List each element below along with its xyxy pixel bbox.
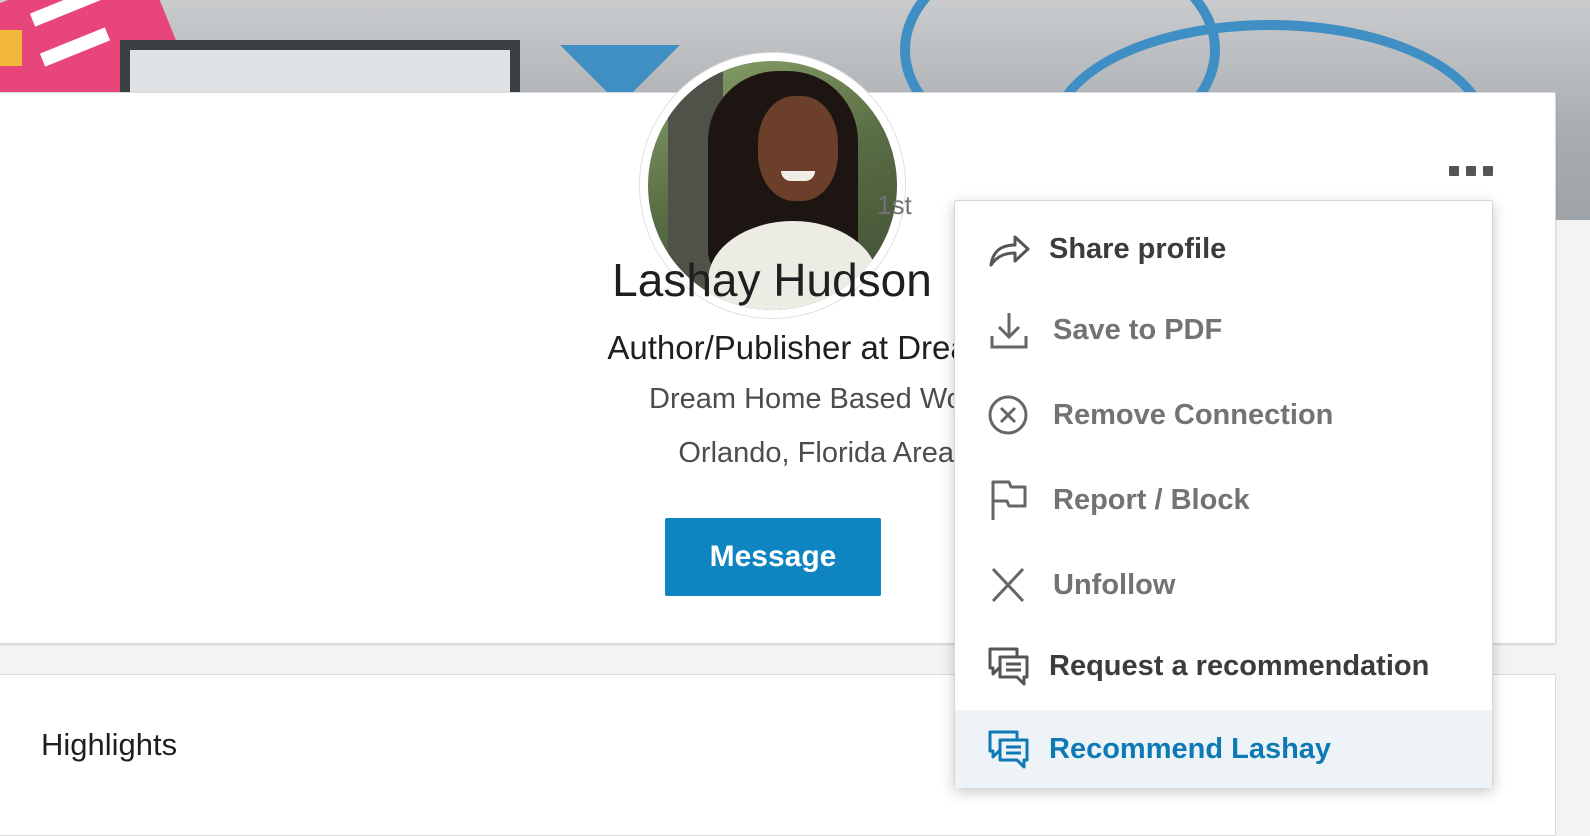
message-button[interactable]: Message (665, 518, 881, 596)
menu-item-label: Recommend Lashay (1049, 732, 1332, 765)
menu-item-share-profile[interactable]: Share profile (955, 210, 1492, 288)
menu-item-report-block[interactable]: Report / Block (955, 461, 1492, 539)
menu-item-recommend-lashay[interactable]: Recommend Lashay (955, 710, 1492, 788)
menu-item-label: Save to PDF (1053, 313, 1223, 346)
more-actions-button[interactable] (1449, 159, 1501, 183)
menu-item-request-recommendation[interactable]: Request a recommendation (955, 627, 1492, 705)
menu-item-label: Unfollow (1053, 568, 1176, 601)
download-icon (990, 313, 1028, 349)
speech-bubbles-icon (988, 730, 1029, 769)
x-icon (991, 567, 1025, 603)
connection-degree-badge: 1st (877, 190, 912, 220)
photo-face (758, 96, 838, 201)
more-actions-menu: Share profile Save to PDF Remove Connect… (954, 200, 1493, 788)
cover-yellow-shape (0, 30, 22, 66)
dot (1466, 166, 1476, 176)
dot (1483, 166, 1493, 176)
highlights-title: Highlights (41, 727, 178, 762)
circle-x-icon (988, 395, 1028, 435)
share-icon (989, 235, 1030, 267)
photo-smile (781, 171, 815, 181)
menu-item-label: Share profile (1049, 232, 1227, 265)
menu-item-label: Remove Connection (1053, 398, 1334, 431)
speech-bubbles-icon (988, 647, 1029, 686)
flag-icon (991, 480, 1027, 520)
menu-item-unfollow[interactable]: Unfollow (955, 546, 1492, 624)
menu-item-remove-connection[interactable]: Remove Connection (955, 376, 1492, 454)
menu-item-label: Request a recommendation (1049, 649, 1430, 682)
dot (1449, 166, 1459, 176)
menu-item-label: Report / Block (1053, 483, 1250, 516)
menu-item-save-to-pdf[interactable]: Save to PDF (955, 291, 1492, 369)
